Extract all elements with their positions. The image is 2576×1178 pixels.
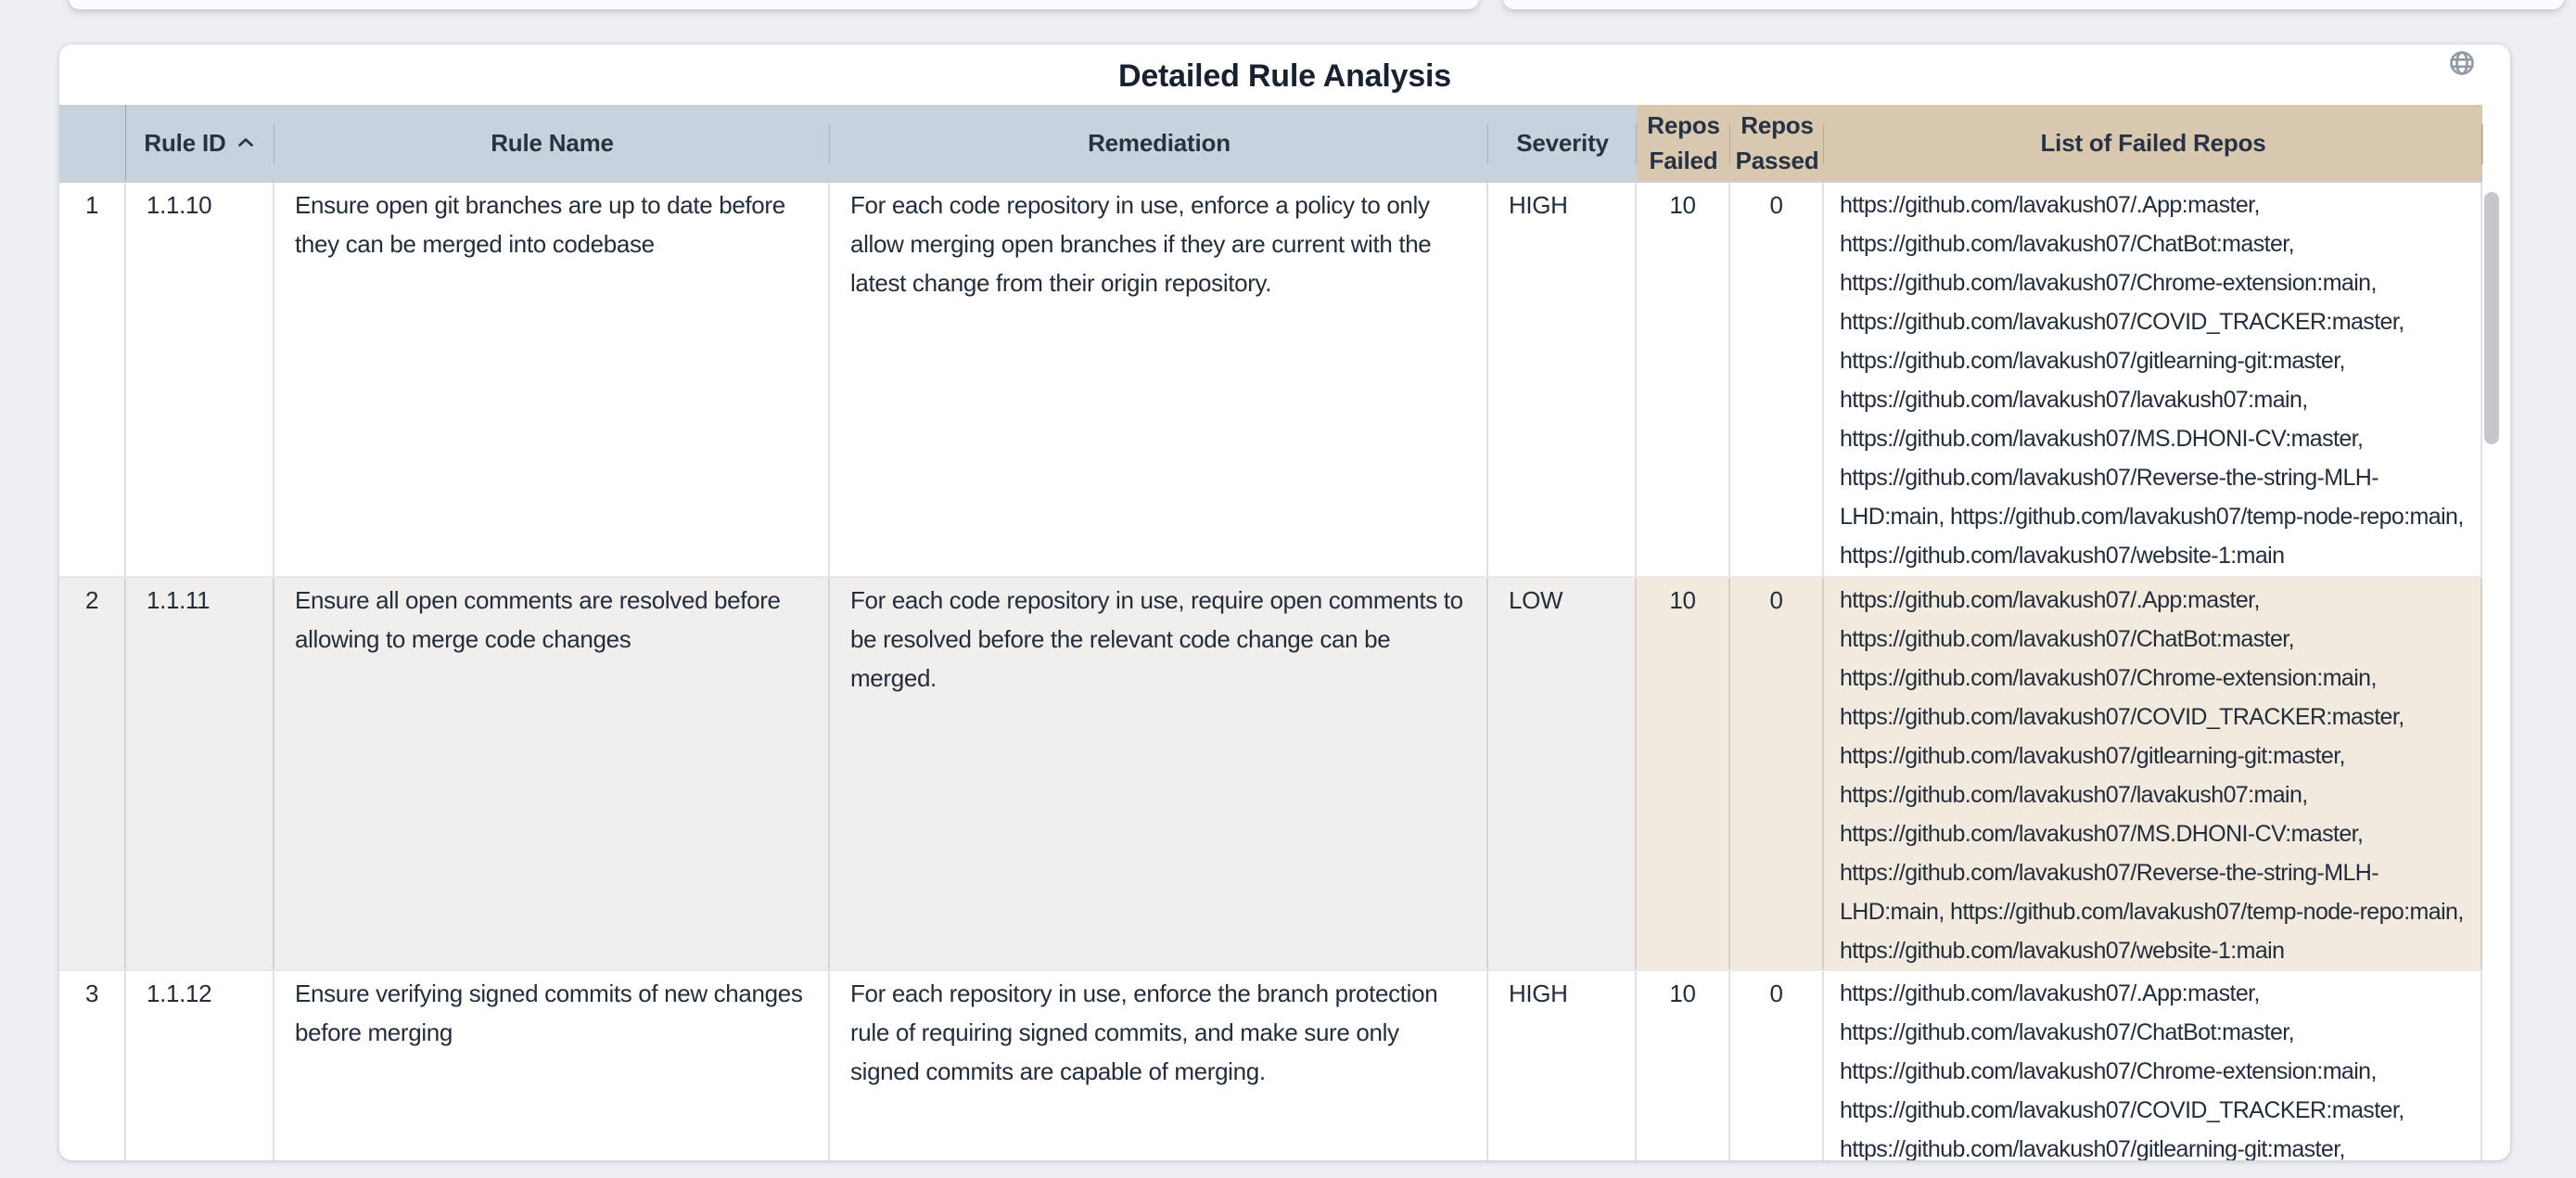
table-header-row: Rule ID Rule Name Remediation Severity R… — [59, 105, 2482, 183]
header-repos-passed[interactable]: Repos Passed — [1730, 105, 1824, 181]
remediation-cell: For each code repository in use, require… — [830, 578, 1488, 969]
repos-failed-cell: 10 — [1637, 183, 1730, 576]
failed-repos-cell: https://github.com/lavakush07/.App:maste… — [1824, 971, 2482, 1160]
rule-name-cell: Ensure verifying signed commits of new c… — [274, 971, 830, 1160]
header-repos-failed[interactable]: Repos Failed — [1637, 105, 1730, 181]
header-rule-name[interactable]: Rule Name — [274, 105, 830, 181]
header-severity[interactable]: Severity — [1488, 105, 1637, 181]
severity-cell: LOW — [1488, 578, 1637, 969]
card-header: Detailed Rule Analysis — [59, 45, 2510, 105]
remediation-cell: For each code repository in use, enforce… — [830, 183, 1488, 576]
severity-cell: HIGH — [1488, 971, 1637, 1160]
page-title: Detailed Rule Analysis — [59, 45, 2510, 108]
upper-card-right-edge — [1503, 0, 2564, 9]
header-remediation[interactable]: Remediation — [830, 105, 1488, 181]
globe-icon[interactable] — [2448, 47, 2480, 79]
remediation-cell: For each repository in use, enforce the … — [830, 971, 1488, 1160]
repos-passed-cell: 0 — [1730, 578, 1824, 969]
rule-id-cell: 1.1.11 — [126, 578, 274, 969]
row-index: 3 — [59, 971, 126, 1160]
failed-repos-cell: https://github.com/lavakush07/.App:maste… — [1824, 578, 2482, 969]
row-index: 2 — [59, 578, 126, 969]
header-index — [59, 105, 126, 181]
header-rule-id-label: Rule ID — [144, 125, 225, 160]
table-row: 2 1.1.11 Ensure all open comments are re… — [59, 576, 2482, 969]
repos-failed-cell: 10 — [1637, 971, 1730, 1160]
rule-id-cell: 1.1.10 — [126, 183, 274, 576]
failed-repos-cell: https://github.com/lavakush07/.App:maste… — [1824, 183, 2482, 576]
chevron-up-icon — [235, 132, 257, 154]
rule-analysis-table: Rule ID Rule Name Remediation Severity R… — [59, 105, 2482, 1160]
rule-name-cell: Ensure all open comments are resolved be… — [274, 578, 830, 969]
vertical-scrollbar-thumb[interactable] — [2484, 192, 2499, 444]
header-rule-id[interactable]: Rule ID — [126, 105, 274, 181]
repos-failed-cell: 10 — [1637, 578, 1730, 969]
rule-name-cell: Ensure open git branches are up to date … — [274, 183, 830, 576]
rule-id-cell: 1.1.12 — [126, 971, 274, 1160]
detailed-rule-analysis-card: Detailed Rule Analysis Rule ID — [59, 45, 2510, 1160]
header-list-of-failed-repos[interactable]: List of Failed Repos — [1824, 105, 2482, 181]
table-row: 3 1.1.12 Ensure verifying signed commits… — [59, 969, 2482, 1160]
table-row: 1 1.1.10 Ensure open git branches are up… — [59, 183, 2482, 576]
repos-passed-cell: 0 — [1730, 971, 1824, 1160]
row-index: 1 — [59, 183, 126, 576]
repos-passed-cell: 0 — [1730, 183, 1824, 576]
severity-cell: HIGH — [1488, 183, 1637, 576]
page-background: Detailed Rule Analysis Rule ID — [0, 0, 2576, 1178]
upper-card-left-edge — [69, 0, 1479, 9]
